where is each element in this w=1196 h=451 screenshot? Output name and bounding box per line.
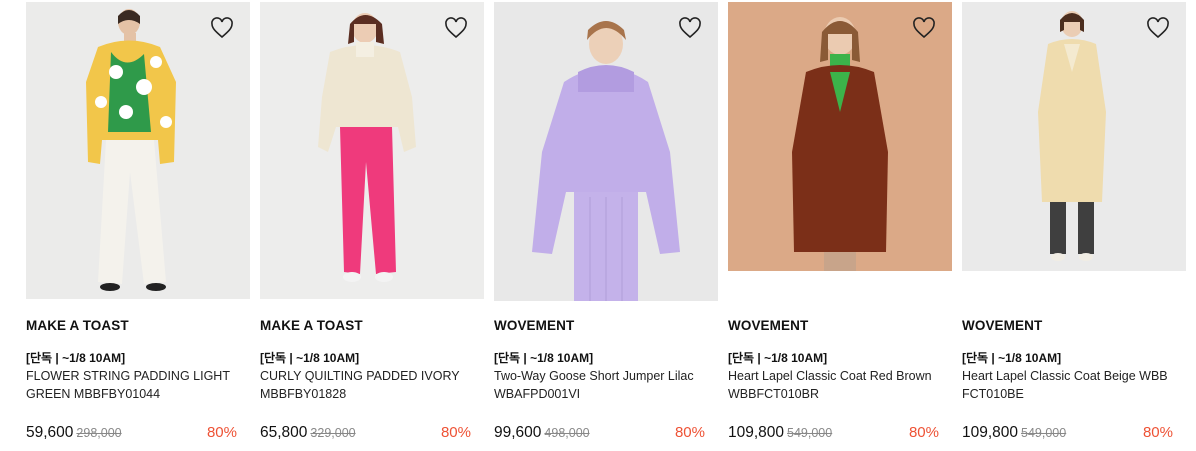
product-brand[interactable]: WOVEMENT [494,318,574,333]
discount-rate: 80% [1142,424,1173,441]
product-tag: [단독 | ~1/8 10AM] [962,351,1062,365]
product-image[interactable] [26,2,250,299]
wishlist-heart-icon[interactable] [1146,17,1170,39]
product-tag: [단독 | ~1/8 10AM] [494,351,594,365]
sale-price: 99,600 [494,424,542,441]
wishlist-heart-icon[interactable] [678,17,702,39]
product-name[interactable]: Heart Lapel Classic Coat Beige WBB FCT01… [962,367,1184,403]
product-name[interactable]: FLOWER STRING PADDING LIGHT GREEN MBBFBY… [26,367,248,403]
product-name[interactable]: CURLY QUILTING PADDED IVORY MBBFBY01828 [260,367,482,403]
wishlist-heart-icon[interactable] [912,17,936,39]
sale-price: 109,800 [728,424,785,441]
product-brand[interactable]: WOVEMENT [728,318,808,333]
original-price: 549,000 [1021,426,1067,440]
product-image[interactable] [494,2,718,301]
sale-price: 65,800 [260,424,308,441]
product-price: 109,800 549,000 [728,424,832,442]
product-price: 65,800 329,000 [260,424,356,442]
discount-rate: 80% [206,424,237,441]
discount-rate: 80% [440,424,471,441]
product-image[interactable] [260,2,484,299]
sale-price: 59,600 [26,424,74,441]
product-name[interactable]: Heart Lapel Classic Coat Red Brown WBBFC… [728,367,950,403]
discount-rate: 80% [908,424,939,441]
product-price: 99,600 498,000 [494,424,590,442]
original-price: 298,000 [76,426,122,440]
product-brand[interactable]: MAKE A TOAST [26,318,129,333]
original-price: 549,000 [787,426,833,440]
sale-price: 109,800 [962,424,1019,441]
discount-rate: 80% [674,424,705,441]
wishlist-heart-icon[interactable] [210,17,234,39]
product-price: 109,800 549,000 [962,424,1066,442]
product-image[interactable] [962,2,1186,271]
product-tag: [단독 | ~1/8 10AM] [728,351,828,365]
wishlist-heart-icon[interactable] [444,17,468,39]
original-price: 498,000 [544,426,590,440]
product-image[interactable] [728,2,952,271]
product-brand[interactable]: MAKE A TOAST [260,318,363,333]
product-tag: [단독 | ~1/8 10AM] [26,351,126,365]
product-brand[interactable]: WOVEMENT [962,318,1042,333]
product-name[interactable]: Two-Way Goose Short Jumper Lilac WBAFPD0… [494,367,716,403]
original-price: 329,000 [310,426,356,440]
product-price: 59,600 298,000 [26,424,122,442]
product-tag: [단독 | ~1/8 10AM] [260,351,360,365]
